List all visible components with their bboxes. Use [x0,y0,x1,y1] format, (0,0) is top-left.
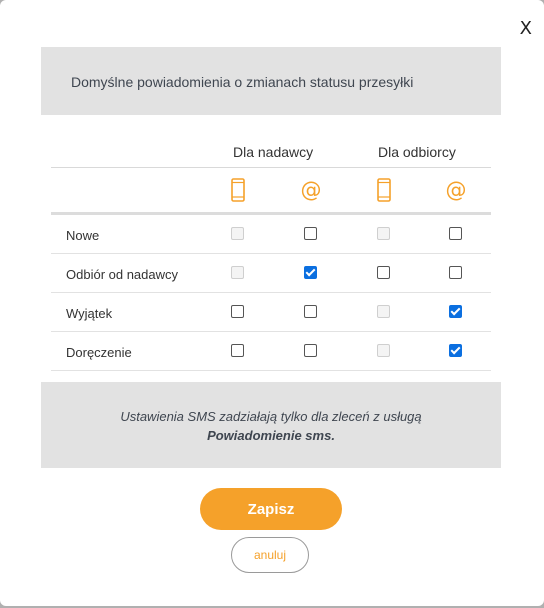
recipient-email-checkbox[interactable] [449,227,462,240]
notification-row: Odbiór od nadawcy [51,254,491,293]
cancel-button[interactable]: anuluj [231,537,309,573]
row-label: Odbiór od nadawcy [66,267,179,282]
column-group-sender: Dla nadawcy [233,144,314,160]
notification-grid: Dla nadawcy Dla odbiorcy @ @ Nowe Odbiór … [51,136,491,371]
column-group-row: Dla nadawcy Dla odbiorcy [51,136,491,168]
header-panel: Domyślne powiadomienia o zmianach status… [41,47,501,115]
header-title: Domyślne powiadomienia o zmianach status… [71,74,414,90]
row-label: Doręczenie [66,345,132,360]
sms-note-text: Ustawienia SMS zadziałają tylko dla zlec… [120,409,422,424]
channel-icon-row: @ @ [51,168,491,215]
notification-rows: Nowe Odbiór od nadawcy Wyjątek Doręczenie [51,215,491,371]
sender-email-checkbox[interactable] [304,227,317,240]
recipient-sms-checkbox[interactable] [377,266,390,279]
recipient-sms-checkbox [377,227,390,240]
sender-sms-checkbox[interactable] [231,305,244,318]
recipient-email-checkbox[interactable] [449,266,462,279]
row-label: Wyjątek [66,306,113,321]
notification-settings-modal: X Domyślne powiadomienia o zmianach stat… [0,0,544,606]
recipient-email-checkbox[interactable] [449,305,462,318]
recipient-sms-checkbox [377,344,390,357]
sender-email-checkbox[interactable] [304,266,317,279]
notification-row: Doręczenie [51,332,491,371]
notification-row: Wyjątek [51,293,491,332]
row-label: Nowe [66,228,100,243]
phone-sms-icon [226,177,250,203]
sms-note-service: Powiadomienie sms. [207,428,335,443]
at-email-icon: @ [300,177,322,202]
recipient-sms-checkbox [377,305,390,318]
at-email-icon: @ [445,177,467,202]
sender-sms-checkbox[interactable] [231,344,244,357]
notification-row: Nowe [51,215,491,254]
sender-email-checkbox[interactable] [304,344,317,357]
close-button[interactable]: X [520,18,532,39]
sender-email-checkbox[interactable] [304,305,317,318]
sender-sms-checkbox [231,266,244,279]
column-group-recipient: Dla odbiorcy [378,144,456,160]
recipient-email-checkbox[interactable] [449,344,462,357]
phone-sms-icon [372,177,396,203]
save-button[interactable]: Zapisz [200,488,342,530]
sms-note-panel: Ustawienia SMS zadziałają tylko dla zlec… [41,382,501,468]
sender-sms-checkbox [231,227,244,240]
